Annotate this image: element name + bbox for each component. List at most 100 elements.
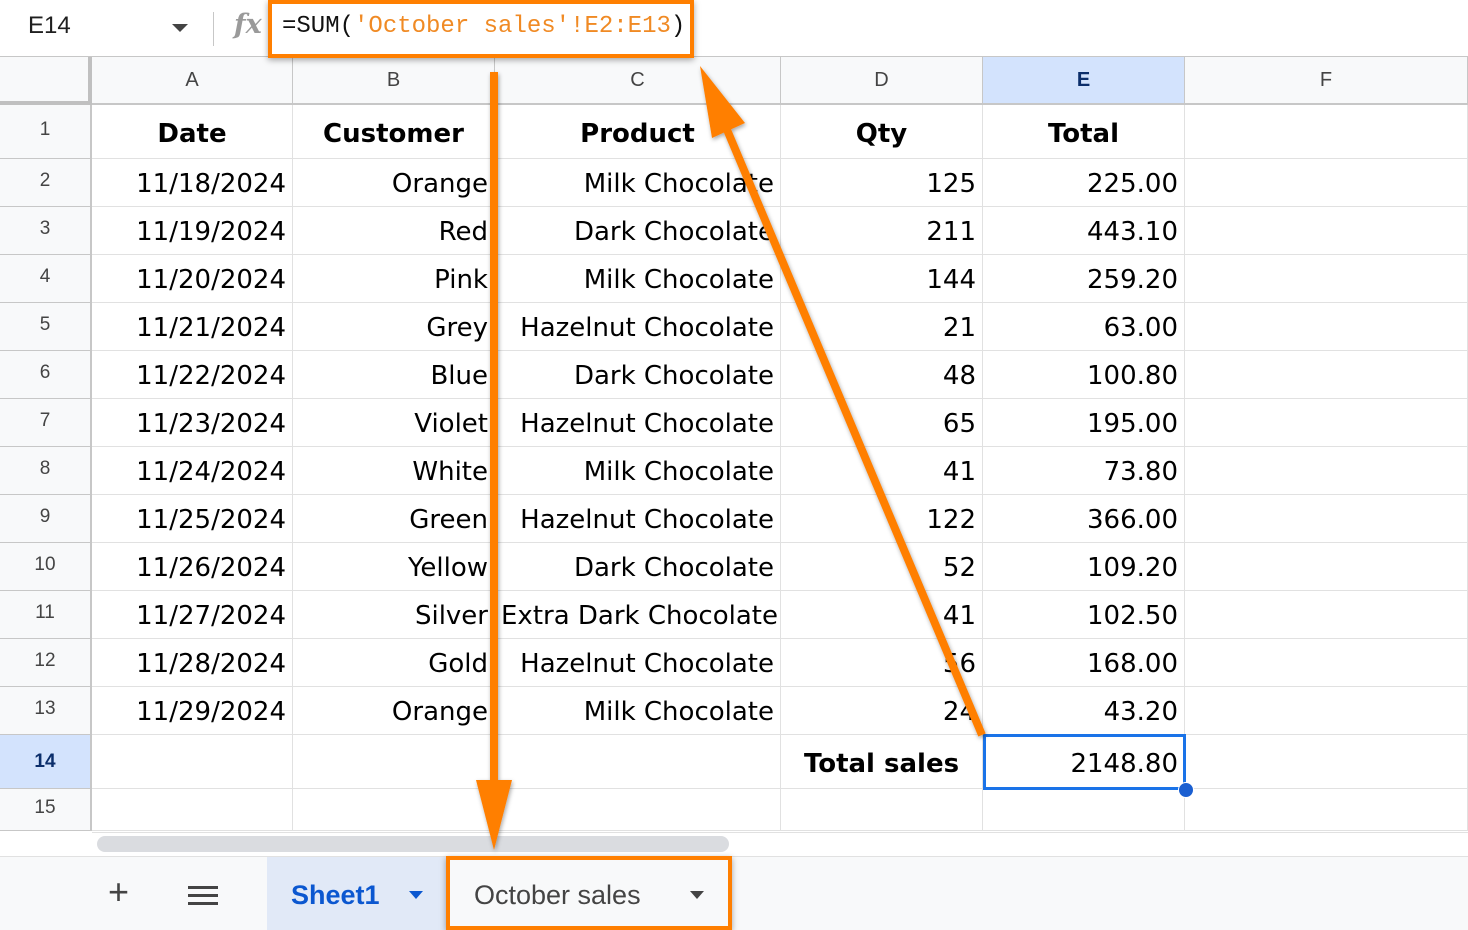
column-header-d[interactable]: D xyxy=(781,57,983,105)
fill-handle[interactable] xyxy=(1178,782,1194,798)
cell-f4[interactable] xyxy=(1185,255,1468,303)
row-header-9[interactable]: 9 xyxy=(0,495,92,543)
cell-c14[interactable] xyxy=(495,735,781,789)
cell-d1[interactable]: Qty xyxy=(781,105,983,159)
cell-c8[interactable]: Milk Chocolate xyxy=(495,447,781,495)
cell-b5[interactable]: Grey xyxy=(293,303,495,351)
cell-d13[interactable]: 24 xyxy=(781,687,983,735)
row-header-5[interactable]: 5 xyxy=(0,303,92,351)
cell-a12[interactable]: 11/28/2024 xyxy=(92,639,293,687)
cell-d9[interactable]: 122 xyxy=(781,495,983,543)
column-header-a[interactable]: A xyxy=(92,57,293,105)
column-header-e[interactable]: E xyxy=(983,57,1185,105)
cell-a4[interactable]: 11/20/2024 xyxy=(92,255,293,303)
cell-b15[interactable] xyxy=(293,789,495,831)
tab-sheet1[interactable]: Sheet1 xyxy=(267,857,447,930)
row-header-8[interactable]: 8 xyxy=(0,447,92,495)
row-header-6[interactable]: 6 xyxy=(0,351,92,399)
cell-d4[interactable]: 144 xyxy=(781,255,983,303)
cell-f8[interactable] xyxy=(1185,447,1468,495)
cell-c9[interactable]: Hazelnut Chocolate xyxy=(495,495,781,543)
name-box[interactable]: E14 xyxy=(28,12,71,40)
cell-b12[interactable]: Gold xyxy=(293,639,495,687)
cell-e9[interactable]: 366.00 xyxy=(983,495,1185,543)
cell-c7[interactable]: Hazelnut Chocolate xyxy=(495,399,781,447)
column-header-f[interactable]: F xyxy=(1185,57,1468,105)
all-sheets-menu-icon[interactable] xyxy=(188,886,218,906)
cell-a6[interactable]: 11/22/2024 xyxy=(92,351,293,399)
row-header-15[interactable]: 15 xyxy=(0,789,92,831)
cell-a15[interactable] xyxy=(92,789,293,831)
cell-e3[interactable]: 443.10 xyxy=(983,207,1185,255)
cell-c6[interactable]: Dark Chocolate xyxy=(495,351,781,399)
row-header-4[interactable]: 4 xyxy=(0,255,92,303)
cell-d11[interactable]: 41 xyxy=(781,591,983,639)
cell-f15[interactable] xyxy=(1185,789,1468,831)
tab-dropdown-icon[interactable] xyxy=(690,891,704,899)
cell-e2[interactable]: 225.00 xyxy=(983,159,1185,207)
cell-f6[interactable] xyxy=(1185,351,1468,399)
cell-a14[interactable] xyxy=(92,735,293,789)
row-header-13[interactable]: 13 xyxy=(0,687,92,735)
cell-b7[interactable]: Violet xyxy=(293,399,495,447)
cell-e12[interactable]: 168.00 xyxy=(983,639,1185,687)
cell-a9[interactable]: 11/25/2024 xyxy=(92,495,293,543)
cell-c3[interactable]: Dark Chocolate xyxy=(495,207,781,255)
column-header-c[interactable]: C xyxy=(495,57,781,105)
cell-b11[interactable]: Silver xyxy=(293,591,495,639)
cell-b1[interactable]: Customer xyxy=(293,105,495,159)
cell-e8[interactable]: 73.80 xyxy=(983,447,1185,495)
cell-d14[interactable]: Total sales xyxy=(781,735,983,789)
cell-a8[interactable]: 11/24/2024 xyxy=(92,447,293,495)
cell-f10[interactable] xyxy=(1185,543,1468,591)
cell-d2[interactable]: 125 xyxy=(781,159,983,207)
cell-d10[interactable]: 52 xyxy=(781,543,983,591)
cell-a10[interactable]: 11/26/2024 xyxy=(92,543,293,591)
row-header-7[interactable]: 7 xyxy=(0,399,92,447)
cell-d15[interactable] xyxy=(781,789,983,831)
cell-e15[interactable] xyxy=(983,789,1185,831)
cell-a13[interactable]: 11/29/2024 xyxy=(92,687,293,735)
formula-input[interactable]: =SUM('October sales'!E2:E13) xyxy=(282,13,685,40)
horizontal-scrollbar-thumb[interactable] xyxy=(97,836,729,852)
cell-b9[interactable]: Green xyxy=(293,495,495,543)
cell-c12[interactable]: Hazelnut Chocolate xyxy=(495,639,781,687)
cell-f5[interactable] xyxy=(1185,303,1468,351)
row-header-10[interactable]: 10 xyxy=(0,543,92,591)
cell-d8[interactable]: 41 xyxy=(781,447,983,495)
cell-a1[interactable]: Date xyxy=(92,105,293,159)
tab-dropdown-icon[interactable] xyxy=(409,891,423,899)
cell-e14[interactable]: 2148.80 xyxy=(983,735,1185,789)
cell-e5[interactable]: 63.00 xyxy=(983,303,1185,351)
cell-f12[interactable] xyxy=(1185,639,1468,687)
cell-f13[interactable] xyxy=(1185,687,1468,735)
tab-october-sales[interactable]: October sales xyxy=(450,857,730,930)
cell-d3[interactable]: 211 xyxy=(781,207,983,255)
cell-e1[interactable]: Total xyxy=(983,105,1185,159)
cell-d7[interactable]: 65 xyxy=(781,399,983,447)
add-sheet-button[interactable]: + xyxy=(108,872,129,912)
cell-c11[interactable]: Extra Dark Chocolate xyxy=(495,591,781,639)
cell-f3[interactable] xyxy=(1185,207,1468,255)
name-box-dropdown-icon[interactable] xyxy=(172,24,188,32)
cell-f7[interactable] xyxy=(1185,399,1468,447)
cell-c5[interactable]: Hazelnut Chocolate xyxy=(495,303,781,351)
cell-c13[interactable]: Milk Chocolate xyxy=(495,687,781,735)
cell-a7[interactable]: 11/23/2024 xyxy=(92,399,293,447)
cell-b8[interactable]: White xyxy=(293,447,495,495)
cell-a2[interactable]: 11/18/2024 xyxy=(92,159,293,207)
cell-d5[interactable]: 21 xyxy=(781,303,983,351)
cell-e10[interactable]: 109.20 xyxy=(983,543,1185,591)
cell-f11[interactable] xyxy=(1185,591,1468,639)
row-header-14[interactable]: 14 xyxy=(0,735,92,789)
cell-b4[interactable]: Pink xyxy=(293,255,495,303)
cell-e4[interactable]: 259.20 xyxy=(983,255,1185,303)
row-header-1[interactable]: 1 xyxy=(0,105,92,159)
cell-c15[interactable] xyxy=(495,789,781,831)
cell-b13[interactable]: Orange xyxy=(293,687,495,735)
cell-b10[interactable]: Yellow xyxy=(293,543,495,591)
cell-c1[interactable]: Product xyxy=(495,105,781,159)
cell-a5[interactable]: 11/21/2024 xyxy=(92,303,293,351)
cell-b6[interactable]: Blue xyxy=(293,351,495,399)
cell-f2[interactable] xyxy=(1185,159,1468,207)
